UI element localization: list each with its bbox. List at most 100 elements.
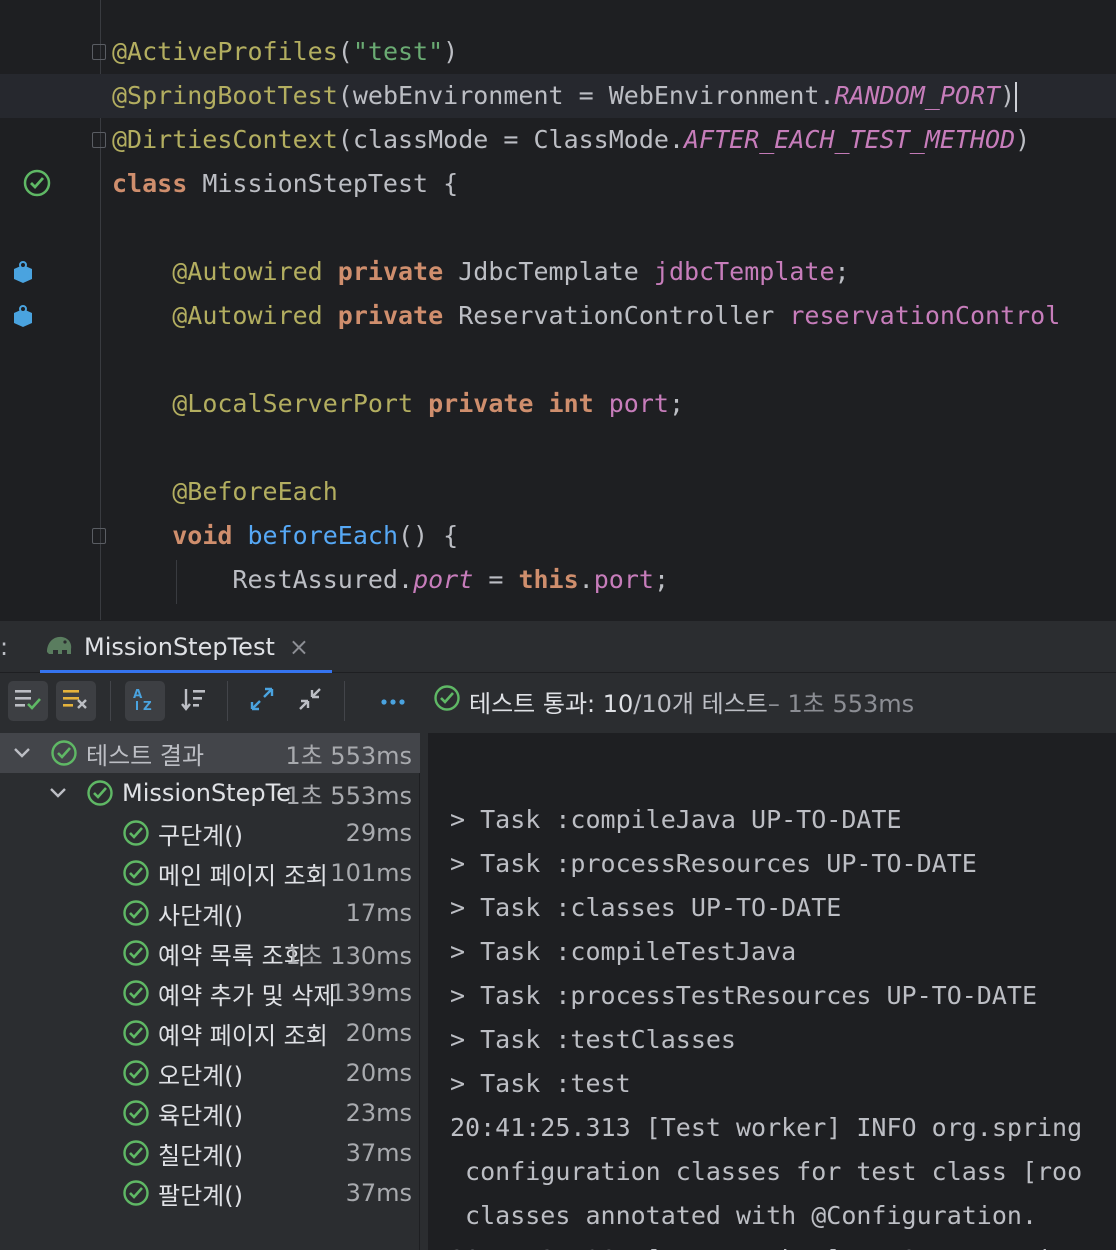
code-token: ( [337,125,353,154]
code-token: @Autowired [172,301,323,330]
tab-prefix: : [0,633,9,661]
test-duration: 139ms [330,979,412,1007]
code-token: . [578,565,594,594]
tree-test-row[interactable]: 메인 페이지 조회 101ms [0,853,420,893]
passed-check-icon [122,1059,150,1093]
show-passed-toggle[interactable] [8,681,48,721]
console-line: > Task :testClasses [450,1025,736,1054]
console-line: > Task :compileJava UP-TO-DATE [450,805,902,834]
code-line[interactable]: @SpringBootTest(webEnvironment = WebEnvi… [0,74,1116,118]
svg-text:A: A [133,687,143,701]
code-line[interactable]: class MissionStepTest { [0,162,1116,206]
code-line[interactable]: @Autowired private ReservationController… [0,294,1116,338]
code-line-text: @SpringBootTest(webEnvironment = WebEnvi… [112,74,1018,118]
test-name: 오단계() [158,1061,243,1090]
code-token: @SpringBootTest [112,81,338,110]
tool-window-tabbar: : MissionStepTest × [0,621,1116,673]
tab-label: MissionStepTest [84,633,275,661]
console-line: > Task :processResources UP-TO-DATE [450,849,977,878]
code-line-text: @LocalServerPort private int port; [112,382,684,426]
tree-test-row[interactable]: 구단계() 29ms [0,813,420,853]
code-token: ( [337,81,353,110]
code-token: ( [337,37,353,66]
status-total: /10개 테스트 [633,689,768,718]
collapse-all-button[interactable] [290,681,330,721]
tree-test-row[interactable]: 예약 목록 조회 1초 130ms [0,933,420,973]
code-line[interactable]: void beforeEach() { [0,514,1116,558]
chevron-down-icon[interactable] [12,741,32,765]
code-editor[interactable]: @ActiveProfiles("test") @SpringBootTest(w… [0,0,1116,620]
tree-test-row[interactable]: 예약 페이지 조회 20ms [0,1013,420,1053]
code-line-text: @ActiveProfiles("test") [112,30,458,74]
code-token: webEnvironment [352,81,564,110]
more-options-button[interactable] [373,681,413,721]
code-token: JdbcTemplate [458,257,639,286]
tree-root-row[interactable]: 테스트 결과 1초 553ms [0,733,420,773]
test-name: 칠단계() [158,1141,243,1170]
expand-all-button[interactable] [242,681,282,721]
close-icon[interactable]: × [289,633,309,661]
code-token: port [593,565,654,594]
code-token: class [112,169,203,198]
expand-icon [248,685,276,717]
code-line[interactable] [0,338,1116,382]
code-token: ; [834,257,850,286]
code-token: @Autowired [172,257,323,286]
show-ignored-toggle[interactable] [56,681,96,721]
test-name: 육단계() [158,1101,243,1130]
test-runner-toolbar: AZ 테스트 통과: 10 /10개 테스트 – 1초 553ms [0,673,1116,729]
code-line[interactable]: RestAssured.port = this.port; [0,558,1116,602]
console-output[interactable]: > Task :compileJava UP-TO-DATE > Task :pr… [428,733,1116,1250]
sort-by-duration-button[interactable] [173,681,213,721]
code-line[interactable]: @ActiveProfiles("test") [0,30,1116,74]
toolbar-separator [110,681,111,721]
code-line[interactable] [0,206,1116,250]
passed-check-icon [86,779,114,813]
code-line[interactable]: @Autowired private JdbcTemplate jdbcTemp… [0,250,1116,294]
tree-suite-duration: 1초 553ms [285,781,412,810]
test-duration: 20ms [345,1059,412,1087]
code-line-text: @Autowired private JdbcTemplate jdbcTemp… [112,250,850,294]
code-line[interactable]: @BeforeEach [0,470,1116,514]
code-line[interactable]: @LocalServerPort private int port; [0,382,1116,426]
test-duration: 1초 130ms [285,941,412,970]
code-token: @BeforeEach [172,477,338,506]
toolbar-separator [227,681,228,721]
console-line: > Task :classes UP-TO-DATE [450,893,842,922]
console-line: 20:41:25.313 [Test worker] INFO org.spri… [450,1113,1083,1142]
code-token: . [819,81,835,110]
test-results-tree[interactable]: 테스트 결과 1초 553ms MissionStepTest 1초 553ms… [0,733,420,1250]
code-token: port [413,565,474,594]
test-duration: 101ms [330,859,412,887]
test-name: 사단계() [158,901,243,930]
code-token: port [608,389,669,418]
tab-mission-step-test[interactable]: MissionStepTest × [20,621,332,673]
chevron-down-icon[interactable] [48,781,68,805]
toolbar-separator [344,681,345,721]
code-token: ReservationController [458,301,775,330]
svg-text:Z: Z [143,699,152,713]
tree-test-row[interactable]: 팔단계() 37ms [0,1173,420,1213]
code-line[interactable] [0,426,1116,470]
test-duration: 29ms [345,819,412,847]
test-name: 팔단계() [158,1181,243,1210]
passed-check-icon [122,859,150,893]
tree-test-row[interactable]: 오단계() 20ms [0,1053,420,1093]
test-name: 예약 추가 및 삭제 [158,981,336,1010]
code-token: this [518,565,579,594]
code-line-text: @DirtiesContext(classMode = ClassMode.AF… [112,118,1030,162]
tree-suite-row[interactable]: MissionStepTest 1초 553ms [0,773,420,813]
code-token: reservationControl [789,301,1061,330]
code-token: ; [653,565,669,594]
sort-alphabetically-button[interactable]: AZ [125,681,165,721]
code-line[interactable]: @DirtiesContext(classMode = ClassMode.AF… [0,118,1116,162]
tree-test-row[interactable]: 육단계() 23ms [0,1093,420,1133]
tree-test-row[interactable]: 칠단계() 37ms [0,1133,420,1173]
tree-test-row[interactable]: 예약 추가 및 삭제 139ms [0,973,420,1013]
code-token: ClassMode [533,125,669,154]
code-token: MissionStepTest [202,169,429,198]
tree-test-row[interactable]: 사단계() 17ms [0,893,420,933]
